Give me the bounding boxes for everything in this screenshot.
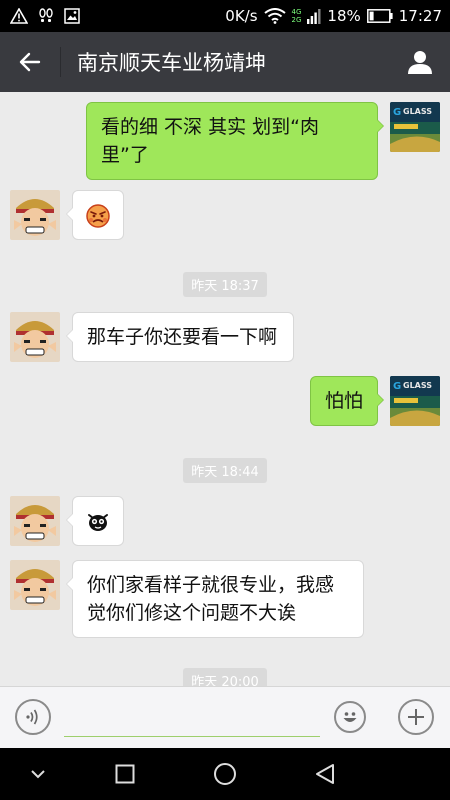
warning-icon: [10, 8, 28, 24]
self-avatar[interactable]: G GLASS: [390, 102, 440, 152]
message-row: [0, 190, 450, 242]
hide-keyboard-button[interactable]: [8, 748, 68, 800]
incoming-emoji-bubble[interactable]: [66, 496, 124, 546]
home-button[interactable]: [195, 748, 255, 800]
timestamp-label: 昨天 18:44: [183, 458, 267, 483]
self-avatar[interactable]: G GLASS: [390, 376, 440, 426]
network-speed: 0K/s: [225, 7, 258, 25]
emoji-button[interactable]: [334, 701, 366, 733]
circle-icon: [214, 763, 236, 785]
timestamp-divider: 昨天 18:37: [0, 272, 450, 297]
back-nav-button[interactable]: [295, 748, 355, 800]
outgoing-text-bubble[interactable]: 看的细 不深 其实 划到“肉里”了: [86, 102, 384, 180]
incoming-text-bubble[interactable]: 你们家看样子就很专业，我感觉你们修这个问题不大诶: [66, 560, 364, 638]
svg-text:G: G: [393, 107, 401, 118]
net-gen-bottom: 2G: [291, 16, 302, 24]
person-icon: [408, 51, 432, 74]
message-row: [0, 496, 450, 548]
glass-logo-text: GLASS: [403, 381, 432, 390]
network-type-indicator: 4G 2G: [292, 8, 302, 24]
contact-avatar[interactable]: [10, 312, 60, 362]
timestamp-label: 昨天 20:00: [183, 668, 267, 686]
timestamp-divider: 昨天 18:44: [0, 458, 450, 483]
battery-icon: [366, 9, 393, 23]
message-list[interactable]: 看的细 不深 其实 划到“肉里”了 G GLASS 昨天 18:37 那车子你还…: [0, 92, 450, 686]
clock: 17:27: [398, 7, 442, 25]
glass-logo-text: GLASS: [403, 107, 432, 116]
contact-avatar[interactable]: [10, 190, 60, 240]
back-arrow-icon: [19, 52, 41, 72]
message-input-bar: [0, 686, 450, 748]
chat-title-bar: 南京顺天车业杨靖坤: [0, 32, 450, 92]
message-row: 看的细 不深 其实 划到“肉里”了 G GLASS: [0, 102, 450, 180]
triangle-back-icon: [316, 764, 334, 784]
message-text-field[interactable]: [64, 701, 320, 737]
black-creature-emoji-icon: [88, 514, 108, 531]
contact-info-button[interactable]: [390, 32, 450, 92]
timestamp-divider: 昨天 20:00: [0, 668, 450, 686]
back-button[interactable]: [0, 32, 60, 92]
image-icon: [64, 8, 80, 24]
chevron-down-icon: [31, 770, 45, 779]
message-row: 你们家看样子就很专业，我感觉你们修这个问题不大诶: [0, 560, 450, 640]
signal-icon: [307, 8, 321, 24]
plus-icon: [408, 709, 424, 725]
recent-apps-button[interactable]: [95, 748, 155, 800]
contact-avatar[interactable]: [10, 560, 60, 610]
footprints-icon: [38, 8, 54, 24]
voice-icon: [26, 709, 38, 725]
incoming-text-bubble[interactable]: 那车子你还要看一下啊: [66, 312, 294, 362]
svg-text:G: G: [393, 381, 401, 392]
system-navigation-bar: [0, 748, 450, 800]
angry-face-emoji-icon: [86, 204, 110, 228]
battery-percent: 18%: [327, 7, 361, 25]
message-row: 怕怕 G GLASS: [0, 376, 450, 428]
status-bar: 0K/s 4G 2G 18% 17:27: [0, 0, 450, 32]
incoming-emoji-bubble[interactable]: [66, 190, 124, 240]
chat-title: 南京顺天车业杨靖坤: [77, 51, 266, 75]
smiley-icon: [343, 712, 357, 722]
contact-avatar[interactable]: [10, 496, 60, 546]
square-icon: [115, 764, 135, 784]
voice-input-button[interactable]: [15, 699, 51, 735]
net-gen-top: 4G: [291, 8, 302, 16]
wifi-icon: [263, 8, 286, 24]
more-options-button[interactable]: [398, 699, 434, 735]
message-row: 那车子你还要看一下啊: [0, 312, 450, 364]
timestamp-label: 昨天 18:37: [183, 272, 267, 297]
outgoing-text-bubble[interactable]: 怕怕: [309, 376, 385, 426]
